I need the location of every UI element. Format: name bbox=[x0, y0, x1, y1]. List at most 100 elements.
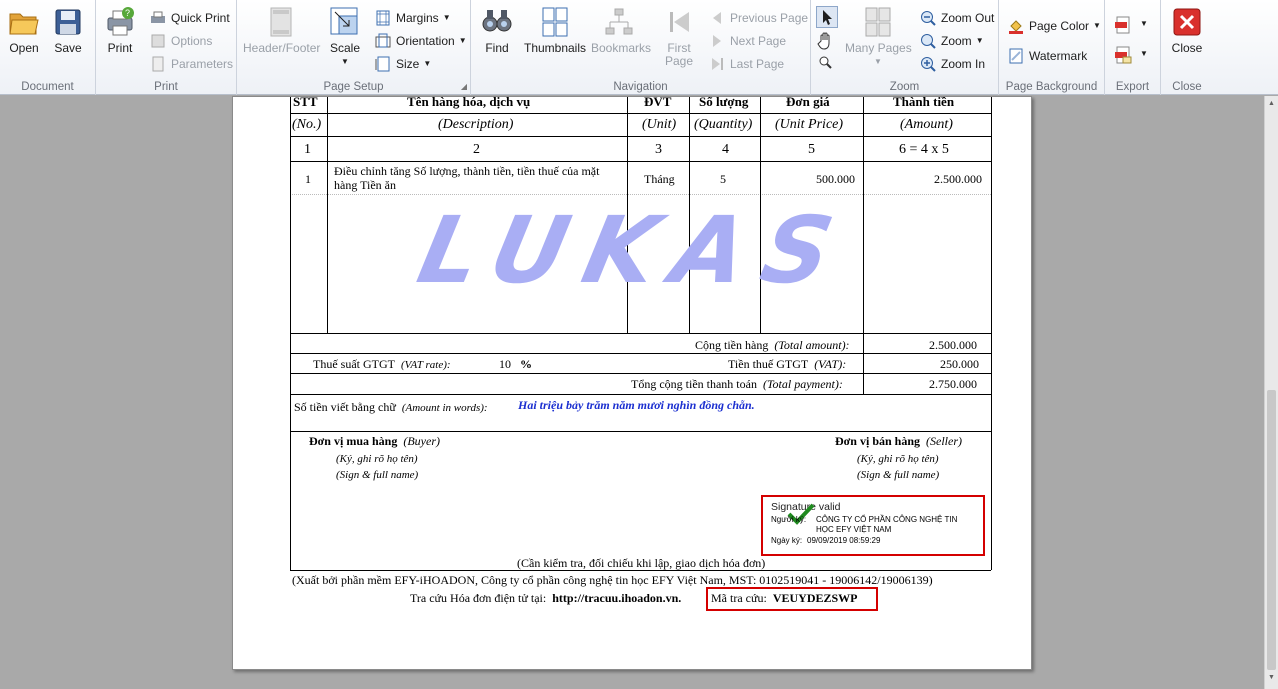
total-amount-label: Cộng tiền hàng (Total amount): bbox=[695, 338, 850, 353]
floppy-disk-icon bbox=[52, 6, 84, 38]
open-button[interactable]: Open bbox=[6, 6, 42, 55]
next-page-icon bbox=[709, 33, 725, 49]
amount-in-words-label-en: (Amount in words): bbox=[401, 402, 488, 414]
hand-tool-button[interactable] bbox=[816, 30, 838, 52]
row-line bbox=[290, 431, 991, 432]
scroll-down-icon[interactable]: ▼ bbox=[1268, 674, 1275, 681]
magnifier-tool-button[interactable] bbox=[816, 54, 838, 74]
print-group-caption: Print bbox=[154, 81, 178, 93]
export-group: ▼ ▼ Export bbox=[1105, 0, 1161, 95]
scrollbar-thumb[interactable] bbox=[1267, 390, 1276, 670]
lukas-watermark: LUKAS bbox=[409, 197, 860, 304]
page-color-button[interactable]: Page Color ▼ bbox=[1008, 16, 1101, 35]
dialog-launcher-icon[interactable]: ◢ bbox=[461, 82, 467, 91]
margins-dropdown-icon: ▼ bbox=[442, 13, 451, 22]
close-label: Close bbox=[1171, 41, 1203, 55]
first-page-button[interactable]: First Page bbox=[661, 6, 697, 68]
header-description: Tên hàng hóa, dịch vụ bbox=[407, 96, 531, 109]
parameters-label: Parameters bbox=[171, 56, 234, 71]
watermark-button[interactable]: Watermark bbox=[1008, 46, 1087, 65]
item-unit: Tháng bbox=[644, 172, 675, 186]
seller-label: Đơn vị bán hàng (Seller) bbox=[835, 434, 962, 449]
col-line bbox=[327, 97, 328, 333]
size-button[interactable]: Size ▼ bbox=[375, 54, 431, 73]
col-index-5: 5 bbox=[808, 142, 815, 157]
previous-page-button[interactable]: Previous Page bbox=[709, 8, 808, 27]
orientation-label: Orientation bbox=[396, 33, 455, 48]
many-pages-label: Many Pages bbox=[845, 41, 912, 55]
zoom-group: Many Pages ▼ Zoom Out Zoom ▼ Zoom In Zoom bbox=[811, 0, 999, 95]
close-button[interactable]: Close bbox=[1169, 6, 1205, 55]
dotted-line bbox=[290, 194, 991, 195]
orientation-button[interactable]: Orientation ▼ bbox=[375, 31, 467, 50]
zoom-icon bbox=[920, 33, 936, 49]
sign-date-label: Ngày ký: bbox=[771, 536, 803, 545]
next-page-button[interactable]: Next Page bbox=[709, 31, 786, 50]
folder-icon bbox=[8, 6, 40, 38]
total-payment-label: Tổng cộng tiền thanh toán (Total payment… bbox=[631, 377, 843, 392]
lookup-url[interactable]: http://tracuu.ihoadon.vn. bbox=[552, 591, 681, 605]
magnifier-icon bbox=[819, 56, 832, 69]
vat-label-en: (VAT): bbox=[814, 357, 847, 371]
total-amount-label-vi: Cộng tiền hàng bbox=[695, 338, 769, 352]
close-group: Close Close bbox=[1161, 0, 1213, 95]
total-amount-label-en: (Total amount): bbox=[774, 338, 850, 352]
options-label: Options bbox=[171, 33, 213, 48]
zoom-out-button[interactable]: Zoom Out bbox=[920, 8, 994, 27]
vertical-scrollbar[interactable]: ▲ ▼ bbox=[1264, 96, 1278, 689]
printer-icon: ? bbox=[104, 6, 136, 38]
last-page-button[interactable]: Last Page bbox=[709, 54, 784, 73]
zoom-in-button[interactable]: Zoom In bbox=[920, 54, 985, 73]
send-dropdown-icon: ▼ bbox=[1140, 49, 1148, 58]
header-unit: ĐVT bbox=[644, 96, 672, 109]
find-button[interactable]: Find bbox=[479, 6, 515, 55]
header-unit-price: Đơn giá bbox=[786, 96, 830, 109]
zoom-out-icon bbox=[920, 10, 936, 26]
options-icon bbox=[150, 33, 166, 49]
first-page-label: First Page bbox=[664, 41, 694, 68]
vat-rate-percent: % bbox=[520, 357, 532, 371]
margins-button[interactable]: Margins ▼ bbox=[375, 8, 451, 27]
seller-label-en: (Seller) bbox=[926, 434, 962, 448]
header-quantity-en: (Quantity) bbox=[694, 117, 753, 132]
header-footer-button[interactable]: Header/Footer bbox=[243, 6, 320, 55]
pointer-tool-button[interactable] bbox=[816, 6, 838, 28]
header-unit-en: (Unit) bbox=[642, 117, 677, 132]
parameters-button[interactable]: Parameters bbox=[150, 54, 233, 73]
buyer-label-en: (Buyer) bbox=[403, 434, 440, 448]
size-label: Size bbox=[396, 56, 420, 71]
hand-icon bbox=[817, 32, 830, 50]
options-button[interactable]: Options bbox=[150, 31, 212, 50]
save-label: Save bbox=[54, 41, 82, 55]
page-color-icon bbox=[1008, 18, 1024, 34]
thumbnails-icon bbox=[539, 6, 571, 38]
thumbnails-button[interactable]: Thumbnails bbox=[523, 6, 587, 55]
scale-button[interactable]: Scale ▼ bbox=[327, 6, 363, 68]
total-payment-value: 2.750.000 bbox=[929, 377, 977, 391]
item-no: 1 bbox=[305, 172, 311, 186]
export-pdf-button[interactable]: ▼ bbox=[1114, 16, 1154, 34]
zoom-button[interactable]: Zoom ▼ bbox=[920, 31, 984, 50]
parameters-icon bbox=[150, 56, 166, 72]
pointer-icon bbox=[823, 10, 832, 25]
col-index-1: 1 bbox=[304, 142, 311, 157]
bookmarks-button[interactable]: Bookmarks bbox=[591, 6, 651, 55]
total-payment-label-vi: Tổng cộng tiền thanh toán bbox=[631, 377, 757, 391]
sign-date: 09/09/2019 08:59:29 bbox=[807, 536, 881, 545]
quick-print-button[interactable]: Quick Print bbox=[150, 8, 230, 27]
send-pdf-button[interactable]: ▼ bbox=[1114, 46, 1154, 64]
size-dropdown-icon: ▼ bbox=[423, 59, 432, 68]
find-label: Find bbox=[485, 41, 509, 55]
scroll-up-icon[interactable]: ▲ bbox=[1268, 100, 1275, 107]
save-button[interactable]: Save bbox=[50, 6, 86, 55]
many-pages-button[interactable]: Many Pages ▼ bbox=[845, 6, 912, 68]
buyer-label-vi: Đơn vị mua hàng bbox=[309, 434, 398, 448]
close-icon bbox=[1171, 6, 1203, 38]
scale-dropdown-icon: ▼ bbox=[341, 57, 349, 66]
svg-text:?: ? bbox=[125, 8, 130, 18]
row-line bbox=[290, 353, 991, 354]
print-group: ? Print Quick Print Options Parameters P… bbox=[96, 0, 237, 95]
many-pages-dropdown-icon: ▼ bbox=[874, 57, 882, 66]
export-dropdown-icon: ▼ bbox=[1140, 19, 1148, 28]
print-button[interactable]: ? Print bbox=[102, 6, 138, 55]
